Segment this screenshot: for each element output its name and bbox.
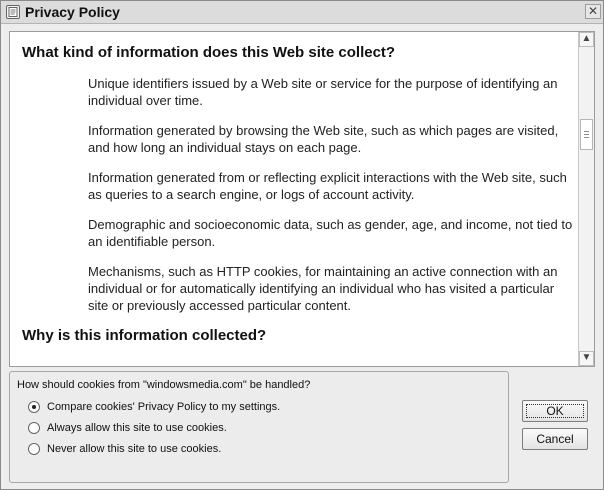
ok-button[interactable]: OK xyxy=(522,400,588,422)
close-button[interactable]: ✕ xyxy=(585,4,601,19)
cancel-button-label: Cancel xyxy=(536,432,574,446)
scroll-thumb[interactable] xyxy=(580,118,593,150)
section-heading-why: Why is this information collected? xyxy=(22,327,267,344)
policy-item: Unique identifiers issued by a Web site … xyxy=(88,76,558,108)
radio-button-compare[interactable] xyxy=(28,401,40,413)
cookie-settings-area: How should cookies from "windowsmedia.co… xyxy=(9,371,595,486)
policy-item: Information generated by browsing the We… xyxy=(88,123,559,155)
privacy-content-frame[interactable]: What kind of information does this Web s… xyxy=(9,31,595,367)
privacy-policy-window: Privacy Policy ✕ What kind of informatio… xyxy=(0,0,604,490)
radio-option-compare[interactable]: Compare cookies' Privacy Policy to my se… xyxy=(28,401,280,413)
radio-option-never[interactable]: Never allow this site to use cookies. xyxy=(28,443,221,455)
radio-button-always[interactable] xyxy=(28,422,40,434)
radio-label-always: Always allow this site to use cookies. xyxy=(47,422,227,434)
policy-item: Demographic and socioeconomic data, such… xyxy=(88,217,573,249)
cookie-question: How should cookies from "windowsmedia.co… xyxy=(17,379,311,391)
section-heading-collect: What kind of information does this Web s… xyxy=(22,44,396,61)
chevron-down-icon: ▼ xyxy=(581,352,592,363)
chevron-up-icon: ▲ xyxy=(581,33,592,44)
radio-label-never: Never allow this site to use cookies. xyxy=(47,443,222,455)
vertical-scrollbar[interactable]: ▲ ▼ xyxy=(578,32,594,366)
window-title: Privacy Policy xyxy=(25,4,120,20)
cancel-button[interactable]: Cancel xyxy=(522,428,588,450)
privacy-icon xyxy=(6,5,20,19)
focus-ring xyxy=(526,404,584,418)
radio-label-compare: Compare cookies' Privacy Policy to my se… xyxy=(47,401,281,413)
cookie-handling-group: How should cookies from "windowsmedia.co… xyxy=(9,371,509,483)
policy-item: Mechanisms, such as HTTP cookies, for ma… xyxy=(88,264,558,313)
policy-item: Information generated from or reflecting… xyxy=(88,170,567,202)
policy-document: What kind of information does this Web s… xyxy=(22,44,574,358)
title-bar[interactable]: Privacy Policy ✕ xyxy=(1,1,603,24)
radio-option-always[interactable]: Always allow this site to use cookies. xyxy=(28,422,227,434)
scroll-up-button[interactable]: ▲ xyxy=(579,32,594,47)
close-icon: ✕ xyxy=(587,4,599,18)
scroll-down-button[interactable]: ▼ xyxy=(579,351,594,366)
radio-button-never[interactable] xyxy=(28,443,40,455)
